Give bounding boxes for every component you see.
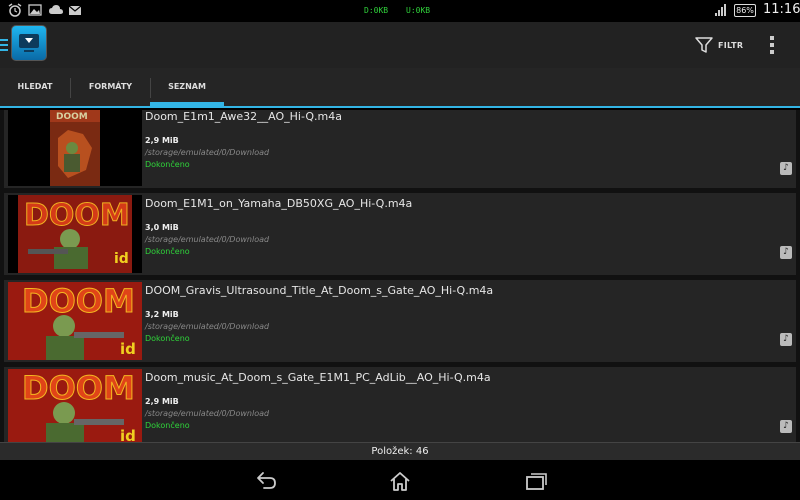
list-item[interactable]: DOOM id Doom_E1M1_on_Yamaha_DB50XG_AO_Hi… [4,193,796,275]
clock: 11:16 [763,2,800,17]
cloud-icon [49,5,63,14]
music-note-icon[interactable]: ♪ [780,333,792,346]
doom-cover-thumbnail: DOOM id [8,369,142,442]
svg-text:id: id [120,427,136,442]
signal-icon [715,4,726,16]
action-bar: FILTR [0,22,800,68]
item-path: /storage/emulated/0/Download [145,148,270,157]
svg-text:DOOM: DOOM [24,198,130,233]
list-item[interactable]: DOOM id DOOM_Gravis_Ultrasound_Title_At_… [4,280,796,362]
item-status: Dokončeno [145,334,190,343]
recents-icon[interactable] [524,470,548,492]
back-icon[interactable] [254,470,278,492]
drawer-menu-icon[interactable] [0,38,8,52]
item-size: 3,0 MiB [145,223,179,232]
home-icon[interactable] [388,470,412,492]
filter-label: FILTR [718,40,744,50]
svg-text:id: id [114,251,129,267]
svg-text:DOOM: DOOM [22,369,135,407]
item-size: 3,2 MiB [145,310,179,319]
filter-button[interactable]: FILTR [694,33,743,57]
tab-search[interactable]: HLEDAT [0,68,70,106]
item-title: Doom_E1m1_Awe32__AO_Hi-Q.m4a [145,110,342,123]
tab-formats[interactable]: FORMÁTY [71,68,150,106]
svg-text:DOOM: DOOM [22,282,135,320]
navigation-bar [0,460,800,500]
item-size: 2,9 MiB [145,136,179,145]
battery-icon: 86% [734,4,756,17]
item-title: DOOM_Gravis_Ultrasound_Title_At_Doom_s_G… [145,284,494,297]
music-note-icon[interactable]: ♪ [780,162,792,175]
status-bar: D:0KB U:0KB 86% 11:16 [0,0,800,22]
tv-download-icon[interactable] [11,25,47,61]
item-status: Dokončeno [145,160,190,169]
download-speed: D:0KB [364,6,389,15]
item-path: /storage/emulated/0/Download [145,409,270,418]
item-title: Doom_music_At_Doom_s_Gate_E1M1_PC_AdLib_… [145,371,491,384]
svg-text:id: id [120,340,136,358]
doom-cover-thumbnail: DOOM [8,110,142,186]
svg-text:DOOM: DOOM [56,112,88,122]
item-count: Položek: 46 [0,442,800,460]
music-note-icon[interactable]: ♪ [780,246,792,259]
item-title: Doom_E1M1_on_Yamaha_DB50XG_AO_Hi-Q.m4a [145,197,413,210]
tab-list[interactable]: SEZNAM [150,68,224,106]
gmail-icon [68,5,82,15]
item-path: /storage/emulated/0/Download [145,322,270,331]
upload-speed: U:0KB [406,6,431,15]
overflow-menu-icon[interactable] [764,34,780,56]
download-list[interactable]: DOOM Doom_E1m1_Awe32__AO_Hi-Q.m4a 2,9 Mi… [0,110,800,442]
item-path: /storage/emulated/0/Download [145,235,270,244]
doom-cover-thumbnail: DOOM id [8,282,142,360]
filter-icon [695,37,713,53]
doom-cover-thumbnail: DOOM id [8,195,142,273]
list-item[interactable]: DOOM Doom_E1m1_Awe32__AO_Hi-Q.m4a 2,9 Mi… [4,110,796,188]
item-status: Dokončeno [145,421,190,430]
list-item[interactable]: DOOM id Doom_music_At_Doom_s_Gate_E1M1_P… [4,367,796,442]
item-size: 2,9 MiB [145,397,179,406]
item-status: Dokončeno [145,247,190,256]
selected-tab-indicator [150,102,224,106]
music-note-icon[interactable]: ♪ [780,420,792,433]
tab-bar: HLEDAT FORMÁTY SEZNAM [0,68,800,108]
alarm-icon [8,3,22,17]
image-icon [28,4,42,16]
